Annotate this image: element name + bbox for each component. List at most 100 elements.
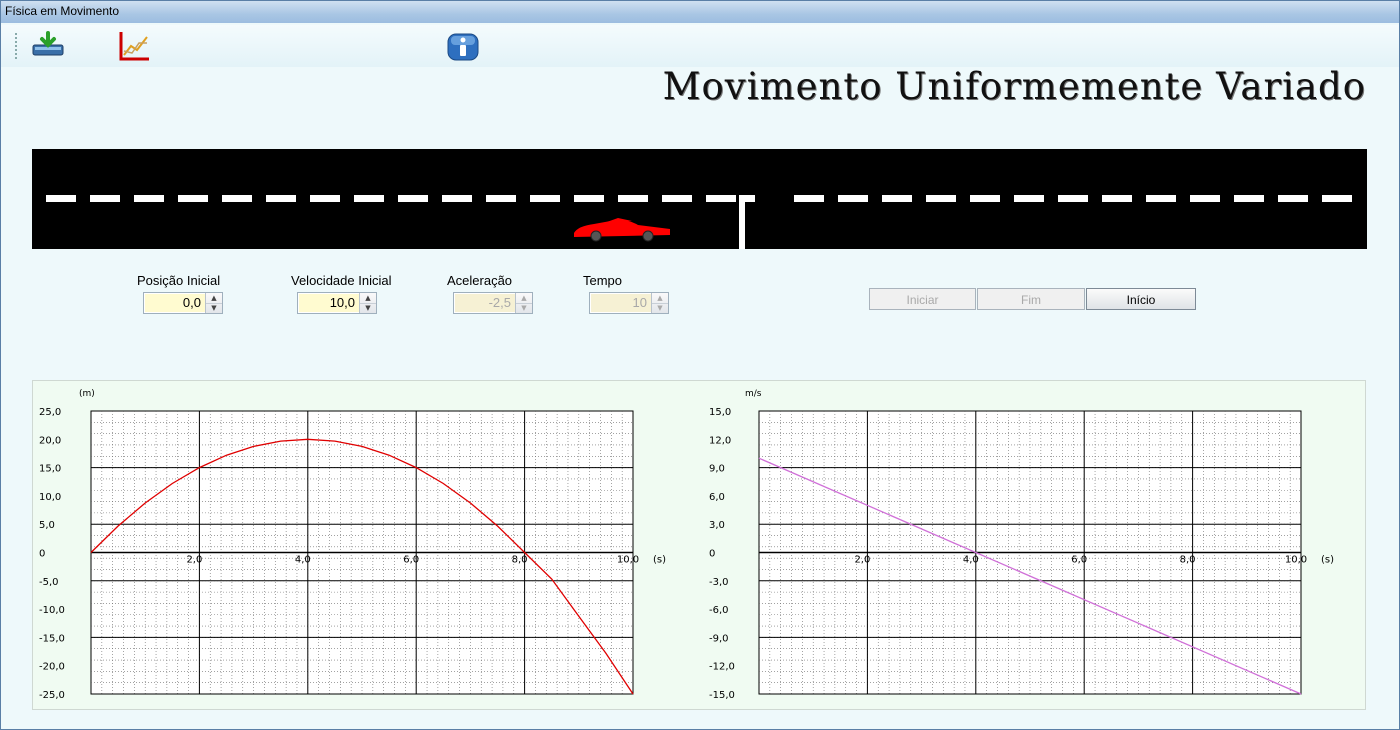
x-tick-label: 2,0 bbox=[186, 555, 202, 566]
lane-dash bbox=[1234, 195, 1264, 202]
lane-dash bbox=[618, 195, 648, 202]
window-title: Física em Movimento bbox=[5, 4, 120, 18]
end-button[interactable]: Fim bbox=[977, 288, 1085, 310]
x-tick-label: 8,0 bbox=[512, 555, 528, 566]
marker-top bbox=[739, 195, 755, 202]
lane-dash bbox=[134, 195, 164, 202]
app-window: Física em Movimento Movimento Uniformeme… bbox=[0, 0, 1400, 730]
lane-dash bbox=[1014, 195, 1044, 202]
time-value[interactable]: 10 bbox=[591, 294, 651, 312]
lane-dash bbox=[222, 195, 252, 202]
lane-dash bbox=[1058, 195, 1088, 202]
reset-button[interactable]: Início bbox=[1086, 288, 1196, 310]
road-drawing bbox=[46, 195, 1352, 249]
info-icon bbox=[447, 33, 479, 61]
y-tick-label: 20,0 bbox=[39, 435, 61, 446]
x-tick-label: 8,0 bbox=[1180, 555, 1196, 566]
y-tick-label: 3,0 bbox=[709, 520, 725, 531]
lane-dash bbox=[530, 195, 560, 202]
y-unit-label: (m) bbox=[79, 389, 95, 399]
chevron-down-icon[interactable]: ▼ bbox=[206, 303, 222, 313]
x-tick-label: 6,0 bbox=[1071, 555, 1087, 566]
initial-position-stepper[interactable]: 0,0 ▲ ▼ bbox=[143, 292, 223, 314]
lane-dash bbox=[794, 195, 824, 202]
initial-position-arrows[interactable]: ▲ ▼ bbox=[205, 293, 222, 313]
acceleration-arrows[interactable]: ▲ ▼ bbox=[515, 293, 532, 313]
y-tick-label: 5,0 bbox=[39, 520, 55, 531]
y-tick-label: -6,0 bbox=[709, 605, 729, 616]
position-time-chart: 25,0 20,0 15,0 10,0 5,0 0 -5,0 -10,0 -15,0 -20,0 -… bbox=[39, 389, 666, 701]
initial-velocity-arrows[interactable]: ▲ ▼ bbox=[359, 293, 376, 313]
save-button[interactable] bbox=[31, 29, 65, 63]
lane-dash bbox=[1278, 195, 1308, 202]
lane-dash bbox=[178, 195, 208, 202]
chevron-down-icon[interactable]: ▼ bbox=[652, 303, 668, 313]
title-bar[interactable]: Física em Movimento bbox=[1, 1, 1399, 23]
initial-position-value[interactable]: 0,0 bbox=[145, 294, 205, 312]
y-tick-label: 0 bbox=[39, 549, 45, 560]
x-tick-label: 6,0 bbox=[403, 555, 419, 566]
toolbar-grip[interactable] bbox=[15, 33, 17, 59]
x-tick-label: 2,0 bbox=[854, 555, 870, 566]
lane-dash bbox=[310, 195, 340, 202]
lane-dash bbox=[442, 195, 472, 202]
y-tick-label: -15,0 bbox=[709, 690, 735, 701]
y-tick-label: -25,0 bbox=[39, 690, 65, 701]
y-tick-label: -9,0 bbox=[709, 633, 729, 644]
y-tick-label: 12,0 bbox=[709, 435, 731, 446]
chevron-down-icon[interactable]: ▼ bbox=[516, 303, 532, 313]
lane-dash bbox=[882, 195, 912, 202]
y-tick-label: -3,0 bbox=[709, 577, 729, 588]
lane-dash bbox=[1146, 195, 1176, 202]
y-tick-label: 25,0 bbox=[39, 407, 61, 418]
car-icon bbox=[574, 218, 670, 242]
chart-icon bbox=[119, 32, 149, 61]
x-unit-label: (s) bbox=[1321, 555, 1334, 566]
car-body bbox=[574, 219, 670, 237]
x-tick-label: 10,0 bbox=[617, 555, 639, 566]
road-track bbox=[32, 149, 1367, 249]
x-unit-label: (s) bbox=[653, 555, 666, 566]
marker-post bbox=[739, 202, 745, 249]
download-icon bbox=[32, 31, 64, 56]
initial-velocity-stepper[interactable]: 10,0 ▲ ▼ bbox=[297, 292, 377, 314]
y-tick-label: -10,0 bbox=[39, 605, 65, 616]
acceleration-label: Aceleração bbox=[447, 273, 513, 288]
y-tick-label: 15,0 bbox=[709, 407, 731, 418]
y-tick-label: -15,0 bbox=[39, 633, 65, 644]
lane-dash bbox=[838, 195, 868, 202]
page-title: Movimento Uniformemente Variado bbox=[662, 65, 1366, 108]
velocity-time-chart: 15,0 12,0 9,0 6,0 3,0 0 -3,0 -6,0 -9,0 -12,0 -15,0… bbox=[709, 389, 1334, 701]
acceleration-stepper[interactable]: -2,5 ▲ ▼ bbox=[453, 292, 533, 314]
time-stepper[interactable]: 10 ▲ ▼ bbox=[589, 292, 669, 314]
lane-dash bbox=[706, 195, 736, 202]
lane-dash bbox=[1322, 195, 1352, 202]
initial-position-label: Posição Inicial bbox=[137, 273, 221, 288]
y-tick-label: -20,0 bbox=[39, 662, 65, 673]
lane-dash bbox=[1102, 195, 1132, 202]
lane-dash bbox=[398, 195, 428, 202]
car-wheel bbox=[642, 230, 654, 242]
lane-dash bbox=[926, 195, 956, 202]
time-arrows[interactable]: ▲ ▼ bbox=[651, 293, 668, 313]
info-button[interactable] bbox=[446, 29, 480, 63]
initial-velocity-value[interactable]: 10,0 bbox=[299, 294, 359, 312]
y-unit-label: m/s bbox=[745, 389, 762, 399]
acceleration-value[interactable]: -2,5 bbox=[455, 294, 515, 312]
lane-dash bbox=[266, 195, 296, 202]
time-label: Tempo bbox=[583, 273, 623, 288]
lane-dash bbox=[662, 195, 692, 202]
x-tick-label: 4,0 bbox=[963, 555, 979, 566]
initial-velocity-label: Velocidade Inicial bbox=[291, 273, 392, 288]
lane-dash bbox=[970, 195, 1000, 202]
graph-button[interactable] bbox=[117, 29, 151, 63]
y-tick-label: 9,0 bbox=[709, 464, 725, 475]
y-tick-label: -5,0 bbox=[39, 577, 59, 588]
car-wheel bbox=[590, 230, 602, 242]
chevron-down-icon[interactable]: ▼ bbox=[360, 303, 376, 313]
lane-dash bbox=[486, 195, 516, 202]
lane-dash bbox=[90, 195, 120, 202]
y-tick-label: 0 bbox=[709, 549, 715, 560]
lane-dash bbox=[1190, 195, 1220, 202]
start-button[interactable]: Iniciar bbox=[869, 288, 976, 310]
